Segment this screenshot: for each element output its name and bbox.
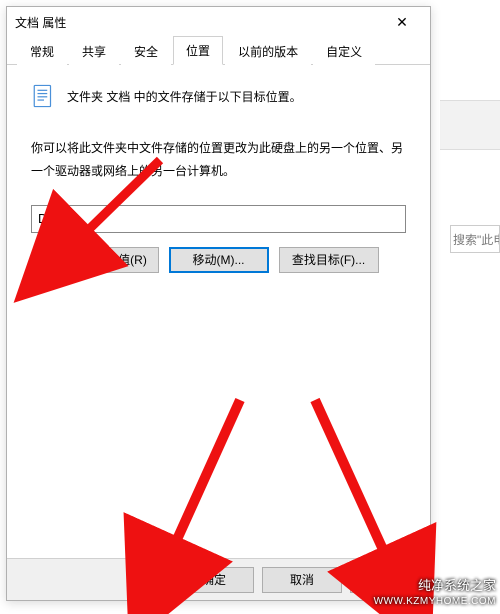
properties-dialog: 文档 属性 ✕ 常规 共享 安全 位置 以前的版本 自定义 文件夹 文档 中的文… <box>6 6 431 601</box>
titlebar: 文档 属性 ✕ <box>7 7 430 37</box>
watermark-name: 纯净系统之家 <box>374 578 496 595</box>
tab-general[interactable]: 常规 <box>17 37 67 65</box>
button-row: 还原默认值(R) 移动(M)... 查找目标(F)... <box>31 247 406 273</box>
tab-content: 文件夹 文档 中的文件存储于以下目标位置。 你可以将此文件夹中文件存储的位置更改… <box>7 65 430 558</box>
move-button[interactable]: 移动(M)... <box>169 247 269 273</box>
ok-button[interactable]: 确定 <box>174 567 254 593</box>
tab-strip: 常规 共享 安全 位置 以前的版本 自定义 <box>7 37 430 65</box>
tab-share[interactable]: 共享 <box>69 37 119 65</box>
watermark: 纯净系统之家 WWW.KZMYHOME.COM <box>374 578 496 608</box>
close-button[interactable]: ✕ <box>382 14 422 31</box>
dialog-footer: 确定 取消 <box>7 558 430 600</box>
tab-location[interactable]: 位置 <box>173 36 223 65</box>
description-text: 你可以将此文件夹中文件存储的位置更改为此硬盘上的另一个位置、另一个驱动器或网络上… <box>31 137 406 183</box>
tab-security[interactable]: 安全 <box>121 37 171 65</box>
header-text: 文件夹 文档 中的文件存储于以下目标位置。 <box>67 88 302 105</box>
tab-custom[interactable]: 自定义 <box>313 37 375 65</box>
location-path-input[interactable] <box>31 205 406 233</box>
tab-previous-versions[interactable]: 以前的版本 <box>225 37 311 65</box>
cancel-button[interactable]: 取消 <box>262 567 342 593</box>
background-panel <box>440 100 500 150</box>
background-search-box[interactable]: 搜索"此电 <box>450 225 500 253</box>
document-folder-icon <box>31 83 57 109</box>
restore-default-button[interactable]: 还原默认值(R) <box>59 247 159 273</box>
watermark-url: WWW.KZMYHOME.COM <box>374 595 496 608</box>
dialog-title: 文档 属性 <box>15 14 382 31</box>
find-target-button[interactable]: 查找目标(F)... <box>279 247 379 273</box>
